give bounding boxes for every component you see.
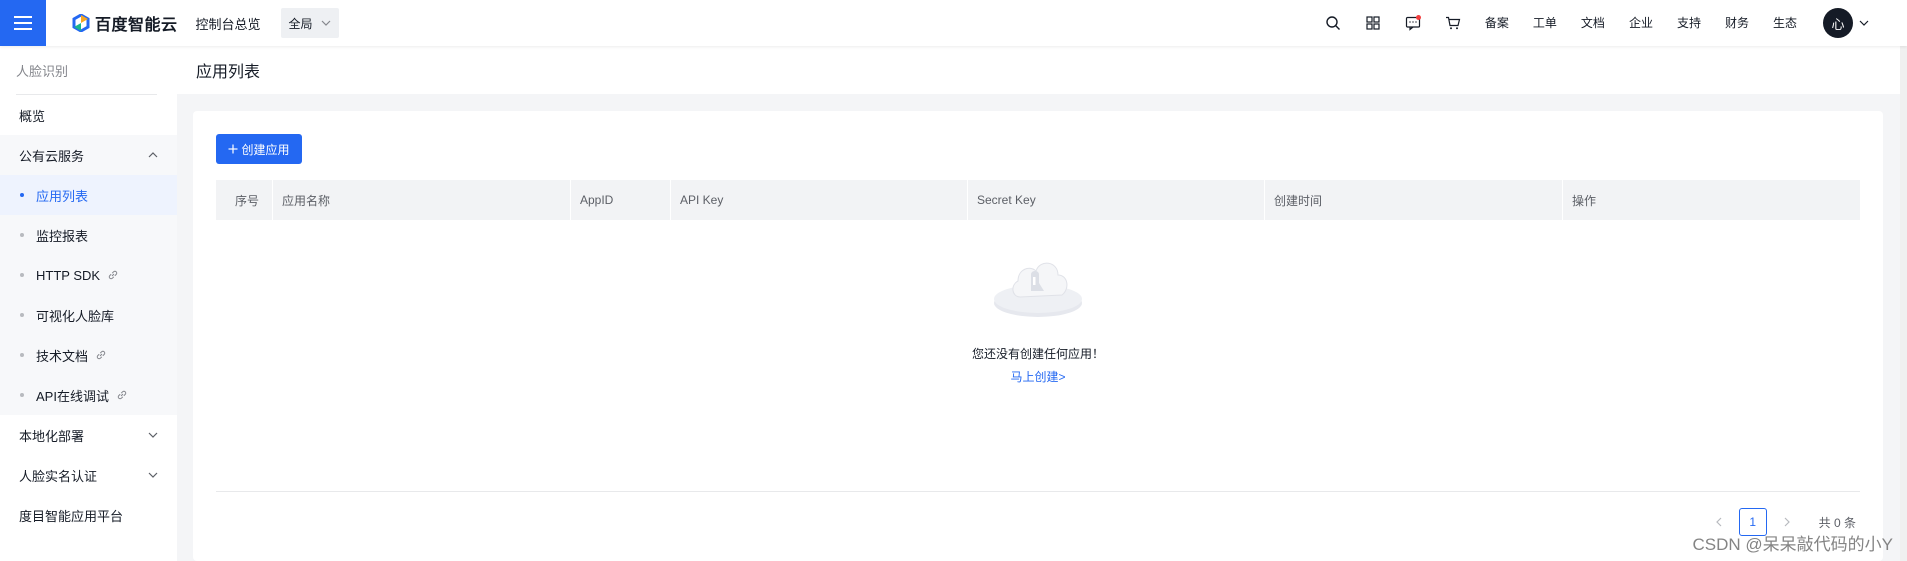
external-link-icon bbox=[96, 350, 106, 360]
bullet-dot bbox=[20, 313, 24, 317]
table-header: 序号 应用名称 AppID API Key Secret Key 创建时间 操作 bbox=[216, 180, 1860, 220]
top-link-filing[interactable]: 备案 bbox=[1473, 0, 1521, 46]
cart-button[interactable] bbox=[1433, 0, 1473, 46]
product-grid-button[interactable] bbox=[1353, 0, 1393, 46]
chevron-down-icon bbox=[148, 432, 158, 438]
chevron-down-icon bbox=[321, 20, 330, 26]
bullet-dot bbox=[20, 193, 24, 197]
menu-icon-line bbox=[14, 16, 32, 18]
sidebar-item-label: 人脸实名认证 bbox=[19, 468, 98, 484]
external-link-icon bbox=[108, 270, 118, 280]
sidebar-subitem-label: API在线调试 bbox=[36, 388, 109, 404]
top-link-docs[interactable]: 文档 bbox=[1569, 0, 1617, 46]
sidebar-group-public-cloud: 公有云服务 应用列表 监控报表 HTTP SDK 可视化人脸库 技术文档 API… bbox=[0, 135, 177, 415]
top-navigation-bar: 百度智能云 控制台总览 全局 备案 工单 文档 企业 支持 财务 生态 心 bbox=[0, 0, 1907, 46]
message-button[interactable] bbox=[1393, 0, 1433, 46]
sidebar-subitem-label: 应用列表 bbox=[36, 188, 89, 204]
external-link-icon bbox=[117, 390, 127, 400]
sidebar-subitem-http-sdk[interactable]: HTTP SDK bbox=[0, 255, 177, 295]
notification-dot bbox=[1415, 15, 1421, 20]
column-header-appid: AppID bbox=[570, 180, 670, 220]
sidebar-item-label: 概览 bbox=[19, 108, 46, 124]
sidebar-product-title: 人脸识别 bbox=[16, 63, 69, 79]
cart-icon bbox=[1445, 16, 1461, 30]
sidebar-subitem-app-list[interactable]: 应用列表 bbox=[0, 175, 177, 215]
top-link-enterprise[interactable]: 企业 bbox=[1617, 0, 1665, 46]
create-app-button[interactable]: 创建应用 bbox=[216, 134, 302, 164]
sidebar-subitem-tech-docs[interactable]: 技术文档 bbox=[0, 335, 177, 375]
create-app-label: 创建应用 bbox=[241, 142, 290, 157]
region-select[interactable]: 全局 bbox=[280, 8, 339, 38]
column-header-secret-key: Secret Key bbox=[967, 180, 1264, 220]
top-right-actions: 备案 工单 文档 企业 支持 财务 生态 心 bbox=[1313, 0, 1907, 46]
sidebar-subitem-label: 监控报表 bbox=[36, 228, 89, 244]
column-header-index: 序号 bbox=[235, 193, 260, 208]
page-title: 应用列表 bbox=[196, 64, 261, 81]
sidebar: 人脸识别 概览 公有云服务 应用列表 监控报表 HTTP SDK 可视化人脸库 … bbox=[0, 46, 177, 561]
chevron-down-icon bbox=[148, 472, 158, 478]
search-button[interactable] bbox=[1313, 0, 1353, 46]
sidebar-subitem-api-debug[interactable]: API在线调试 bbox=[0, 375, 177, 415]
sidebar-item-local-deploy[interactable]: 本地化部署 bbox=[0, 415, 177, 455]
menu-icon-line bbox=[14, 28, 32, 30]
search-icon bbox=[1326, 16, 1340, 30]
empty-cloud-illustration bbox=[994, 262, 1082, 317]
create-now-link[interactable]: 马上创建> bbox=[1010, 368, 1065, 385]
menu-icon-line bbox=[14, 22, 32, 24]
sidebar-subitem-face-library[interactable]: 可视化人脸库 bbox=[0, 295, 177, 335]
console-overview-link[interactable]: 控制台总览 bbox=[196, 14, 261, 33]
sidebar-item-overview[interactable]: 概览 bbox=[0, 95, 177, 135]
column-header-api-key: API Key bbox=[670, 180, 967, 220]
grid-icon bbox=[1366, 16, 1380, 30]
page-header: 应用列表 bbox=[177, 46, 1900, 94]
bullet-dot bbox=[20, 393, 24, 397]
sidebar-item-public-cloud[interactable]: 公有云服务 bbox=[0, 135, 177, 175]
page-scrollbar[interactable] bbox=[1900, 46, 1907, 561]
sidebar-item-dumu-platform[interactable]: 度目智能应用平台 bbox=[0, 495, 177, 535]
content-card: 创建应用 序号 应用名称 AppID API Key Secret Key 创建… bbox=[193, 111, 1883, 561]
menu-button[interactable] bbox=[0, 0, 46, 46]
empty-state: 您还没有创建任何应用！ 马上创建> bbox=[193, 241, 1883, 385]
column-header-actions: 操作 bbox=[1562, 180, 1860, 220]
sidebar-item-label: 公有云服务 bbox=[19, 148, 85, 164]
bullet-dot bbox=[20, 273, 24, 277]
watermark: CSDN @呆呆敲代码的小Y bbox=[1692, 535, 1894, 554]
chevron-right-icon bbox=[1784, 517, 1790, 527]
top-link-ticket[interactable]: 工单 bbox=[1521, 0, 1569, 46]
bullet-dot bbox=[20, 353, 24, 357]
sidebar-subitem-monitoring[interactable]: 监控报表 bbox=[0, 215, 177, 255]
region-value: 全局 bbox=[288, 16, 313, 31]
sidebar-subitem-label: HTTP SDK bbox=[36, 267, 101, 283]
chevron-left-icon bbox=[1715, 517, 1722, 527]
pagination-total: 共 0 条 bbox=[1818, 515, 1856, 530]
sidebar-item-label: 度目智能应用平台 bbox=[19, 508, 124, 524]
brand-name: 百度智能云 bbox=[95, 17, 178, 34]
column-header-app-name: 应用名称 bbox=[272, 180, 570, 220]
user-avatar[interactable]: 心 bbox=[1823, 8, 1853, 38]
sidebar-subitem-label: 可视化人脸库 bbox=[36, 308, 115, 324]
chevron-up-icon bbox=[148, 152, 158, 158]
column-header-created-time: 创建时间 bbox=[1264, 180, 1562, 220]
sidebar-item-realname-auth[interactable]: 人脸实名认证 bbox=[0, 455, 177, 495]
top-link-finance[interactable]: 财务 bbox=[1713, 0, 1761, 46]
plus-icon bbox=[228, 144, 238, 154]
sidebar-subitem-label: 技术文档 bbox=[36, 348, 89, 364]
top-link-support[interactable]: 支持 bbox=[1665, 0, 1713, 46]
baidu-cloud-logo-icon bbox=[72, 14, 90, 32]
brand-logo[interactable]: 百度智能云 bbox=[72, 11, 178, 35]
top-link-ecosystem[interactable]: 生态 bbox=[1761, 0, 1809, 46]
sidebar-item-label: 本地化部署 bbox=[19, 428, 85, 444]
bullet-dot bbox=[20, 233, 24, 237]
chevron-down-icon[interactable] bbox=[1859, 18, 1869, 28]
table-bottom-border bbox=[216, 491, 1860, 492]
empty-message: 您还没有创建任何应用！ bbox=[971, 347, 1104, 361]
